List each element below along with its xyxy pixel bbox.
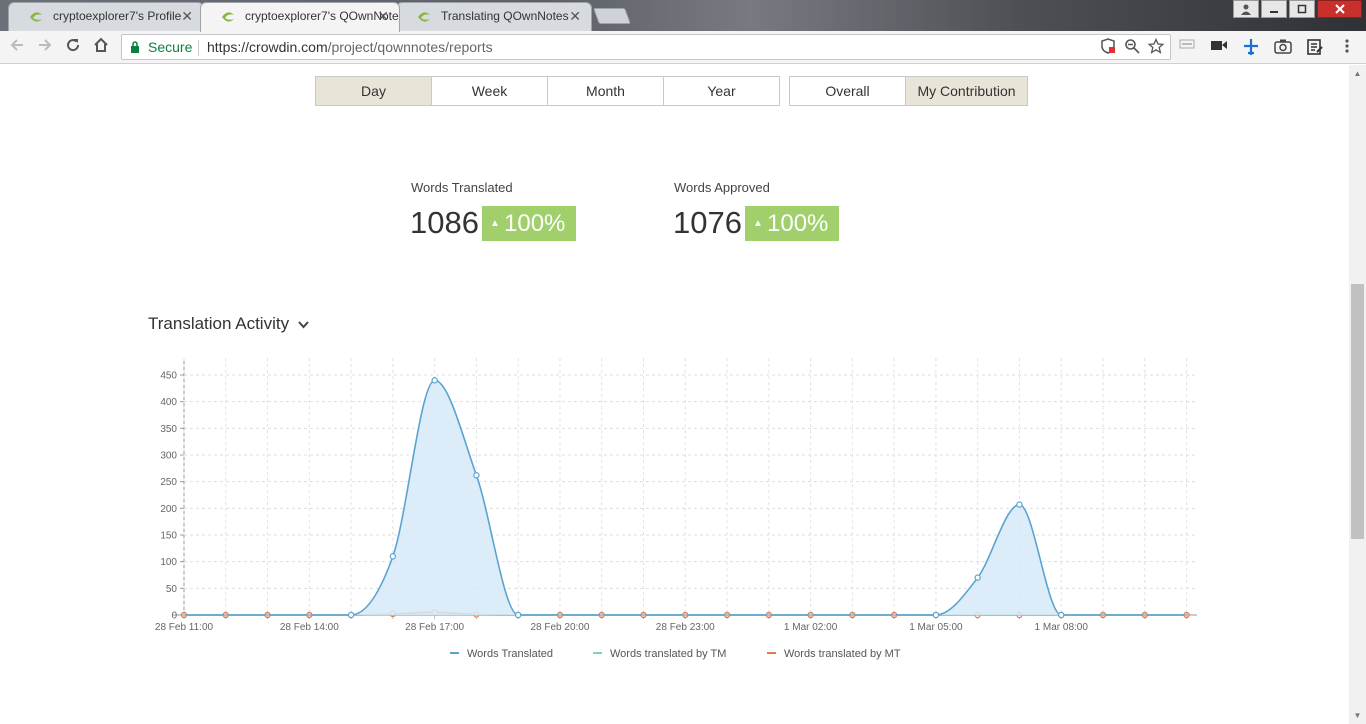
x-tick-label: 1 Mar 08:00: [1035, 622, 1089, 633]
x-tick-label: 1 Mar 02:00: [784, 622, 838, 633]
legend-label: Words Translated: [467, 648, 553, 660]
data-point: [514, 611, 522, 619]
address-bar[interactable]: Secure https://crowdin.com/project/qownn…: [121, 34, 1171, 60]
x-tick-label: 28 Feb 17:00: [405, 622, 464, 633]
data-point: [767, 613, 771, 617]
data-point: [265, 613, 270, 617]
x-tick-label: 28 Feb 20:00: [530, 622, 589, 633]
page-content: Day Week Month Year Overall My Contribut…: [0, 65, 1349, 724]
tab-qownnotes-report[interactable]: cryptoexplorer7's QOwnNotes ✕: [200, 2, 400, 32]
crowdin-favicon-icon: [30, 12, 42, 22]
data-point: [641, 613, 646, 617]
menu-icon[interactable]: [1337, 38, 1357, 60]
home-icon: [94, 37, 108, 52]
minimize-icon: [1270, 11, 1278, 13]
reload-button[interactable]: [62, 37, 84, 59]
scrollbar-thumb[interactable]: [1351, 284, 1364, 539]
y-tick-label: 50: [166, 584, 178, 595]
url-host: crowdin.com: [249, 39, 328, 55]
arrow-right-icon: [39, 39, 52, 51]
user-icon: [1241, 4, 1251, 15]
data-point: [431, 377, 438, 384]
data-point: [850, 613, 855, 617]
data-point: [683, 613, 688, 617]
data-point: [307, 613, 312, 617]
data-point: [1142, 613, 1147, 617]
gif-extension-icon[interactable]: [1177, 38, 1197, 58]
maximize-button[interactable]: [1289, 0, 1315, 18]
tab-strip: cryptoexplorer7's Profile ✕ cryptoexplor…: [0, 0, 1366, 32]
browser-toolbar: Secure https://crowdin.com/project/qownn…: [0, 31, 1366, 64]
reload-icon: [67, 39, 80, 52]
shield-blocked-icon[interactable]: [1100, 38, 1116, 57]
data-point: [599, 613, 604, 617]
data-point: [808, 613, 813, 617]
close-icon: [1334, 4, 1345, 14]
url-path: /project/qownnotes/reports: [327, 39, 493, 55]
url-text[interactable]: https://crowdin.com/project/qownnotes/re…: [207, 39, 493, 55]
legend-label: Words translated by TM: [610, 648, 726, 660]
data-point: [347, 611, 355, 619]
data-point: [1184, 613, 1189, 617]
x-tick-label: 28 Feb 14:00: [280, 622, 339, 633]
divider: [198, 40, 199, 56]
crowdin-favicon-icon: [222, 12, 234, 22]
data-point: [558, 613, 562, 617]
data-point: [1016, 501, 1023, 508]
new-tab-button[interactable]: [593, 8, 631, 24]
tab-close-icon[interactable]: ✕: [181, 3, 193, 30]
screenshot-camera-icon[interactable]: [1273, 38, 1293, 60]
lock-icon: [131, 41, 139, 53]
y-tick-label: 200: [160, 504, 177, 515]
data-point: [389, 553, 397, 560]
data-point: [725, 613, 729, 617]
y-tick-label: 400: [160, 397, 177, 408]
restore-icon: [1297, 4, 1307, 14]
forward-button[interactable]: [34, 37, 56, 59]
tab-close-icon[interactable]: ✕: [377, 3, 389, 30]
tab-title: Translating QOwnNotes: [441, 9, 569, 23]
notes-extension-icon[interactable]: [1305, 38, 1325, 62]
user-profile-button[interactable]: [1233, 0, 1259, 18]
secure-label: Secure: [148, 39, 193, 55]
airplane-icon[interactable]: [1241, 38, 1261, 62]
close-window-button[interactable]: [1317, 0, 1362, 18]
data-point: [223, 613, 228, 617]
tab-translating[interactable]: Translating QOwnNotes ✕: [396, 2, 592, 31]
y-tick-label: 150: [160, 531, 177, 542]
tab-title: cryptoexplorer7's Profile: [53, 9, 182, 23]
data-point: [473, 472, 480, 479]
video-camera-icon[interactable]: [1209, 38, 1229, 58]
data-point: [892, 613, 896, 617]
data-point: [182, 613, 186, 617]
x-tick-label: 28 Feb 23:00: [656, 622, 715, 633]
data-point: [974, 574, 981, 581]
y-tick-label: 300: [160, 451, 177, 462]
bookmark-star-icon[interactable]: [1147, 37, 1165, 57]
y-tick-label: 0: [171, 611, 177, 622]
translation-activity-chart: 0 50 100 150 200 250 300 350 400 450 28 Feb 11:00 2…: [155, 358, 1197, 660]
scroll-down-icon[interactable]: ▼: [1349, 707, 1366, 724]
x-tick-label: 1 Mar 05:00: [909, 622, 963, 633]
data-point: [932, 611, 940, 619]
home-button[interactable]: [90, 37, 112, 59]
zoom-icon[interactable]: [1124, 38, 1140, 57]
x-tick-label: 28 Feb 11:00: [155, 622, 214, 633]
minimize-button[interactable]: [1261, 0, 1287, 18]
y-tick-label: 250: [160, 477, 177, 488]
data-point: [1058, 611, 1065, 619]
y-tick-label: 450: [160, 371, 177, 382]
data-point: [1101, 613, 1105, 617]
url-scheme: https://: [207, 39, 250, 55]
crowdin-favicon-icon: [418, 12, 430, 22]
tab-profile[interactable]: cryptoexplorer7's Profile ✕: [8, 2, 204, 31]
tab-close-icon[interactable]: ✕: [569, 3, 581, 30]
arrow-left-icon: [10, 39, 23, 51]
y-tick-label: 350: [160, 424, 177, 435]
back-button[interactable]: [6, 37, 28, 59]
legend-label: Words translated by MT: [784, 648, 901, 660]
y-tick-label: 100: [160, 557, 177, 568]
scroll-up-icon[interactable]: ▲: [1349, 65, 1366, 82]
vertical-scrollbar[interactable]: ▲ ▼: [1349, 65, 1366, 724]
